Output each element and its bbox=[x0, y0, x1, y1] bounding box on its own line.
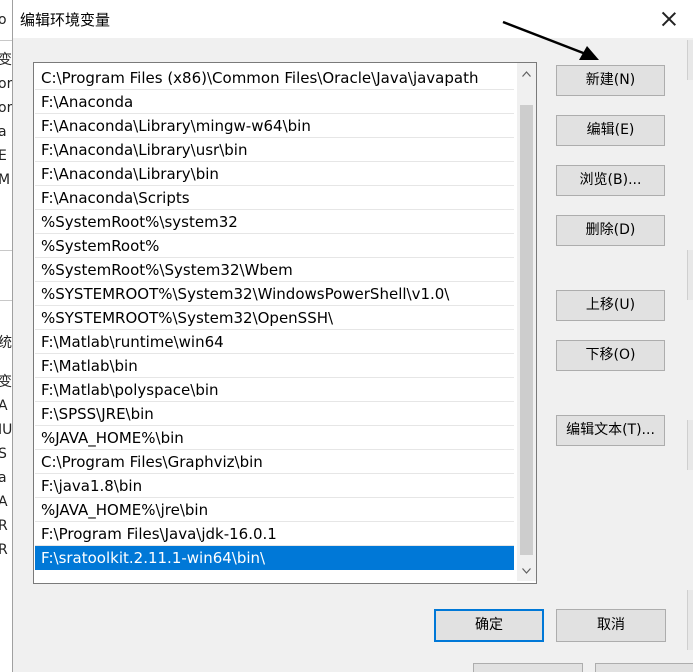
path-list-item[interactable]: %JAVA_HOME%\bin bbox=[35, 426, 514, 450]
bg-text-fragment: E bbox=[0, 146, 7, 166]
path-list-item-selected[interactable]: F:\sratoolkit.2.11.1-win64\bin\ bbox=[35, 546, 514, 570]
bg-text-fragment: or bbox=[0, 76, 13, 92]
path-list-item[interactable]: C:\Program Files (x86)\Common Files\Orac… bbox=[35, 66, 514, 90]
edit-text-button[interactable]: 编辑文本(T)... bbox=[556, 415, 665, 446]
annotation-arrow-icon bbox=[502, 20, 599, 60]
path-list-item[interactable]: F:\Matlab\polyspace\bin bbox=[35, 378, 514, 402]
path-list-item[interactable]: F:\java1.8\bin bbox=[35, 474, 514, 498]
bg-text-fragment: 统 bbox=[0, 333, 12, 353]
bg-text-fragment: M bbox=[0, 170, 10, 190]
bg-button-fragment bbox=[595, 663, 693, 672]
bg-text-fragment: a bbox=[0, 468, 7, 488]
path-list-item[interactable]: F:\Anaconda bbox=[35, 90, 514, 114]
cancel-button[interactable]: 取消 bbox=[556, 609, 666, 642]
new-button[interactable]: 新建(N) bbox=[556, 65, 665, 96]
path-list-item[interactable]: F:\Anaconda\Scripts bbox=[35, 186, 514, 210]
path-list-item[interactable]: %SystemRoot% bbox=[35, 234, 514, 258]
path-list-item[interactable]: %SYSTEMROOT%\System32\OpenSSH\ bbox=[35, 306, 514, 330]
bg-text-fragment: IU bbox=[0, 422, 13, 438]
path-list-item[interactable]: F:\Anaconda\Library\bin bbox=[35, 162, 514, 186]
delete-button[interactable]: 删除(D) bbox=[556, 215, 665, 246]
scroll-down-icon[interactable] bbox=[519, 562, 534, 579]
scroll-thumb[interactable] bbox=[520, 105, 533, 555]
path-list-item[interactable]: F:\Program Files\Java\jdk-16.0.1 bbox=[35, 522, 514, 546]
bg-text-fragment: S bbox=[0, 444, 7, 464]
bg-text-fragment: a bbox=[0, 122, 7, 142]
bg-window-edge-right bbox=[687, 420, 693, 470]
path-list-item[interactable]: F:\Anaconda\Library\usr\bin bbox=[35, 138, 514, 162]
close-icon[interactable] bbox=[656, 6, 682, 32]
bg-text-fragment: A bbox=[0, 396, 8, 416]
dialog-title: 编辑环境变量 bbox=[20, 11, 111, 29]
bg-text-fragment: 变 bbox=[0, 372, 12, 392]
ok-button[interactable]: 确定 bbox=[434, 609, 544, 642]
bg-text-fragment: o bbox=[0, 10, 7, 30]
bg-button-fragment bbox=[473, 663, 583, 672]
path-list-item[interactable]: %SYSTEMROOT%\System32\WindowsPowerShell\… bbox=[35, 282, 514, 306]
path-list-item[interactable]: %SystemRoot%\system32 bbox=[35, 210, 514, 234]
edit-button[interactable]: 编辑(E) bbox=[556, 115, 665, 146]
edit-env-var-dialog: 编辑环境变量 C:\Program Files (x86)\Common Fil… bbox=[12, 0, 693, 672]
move-up-button[interactable]: 上移(U) bbox=[556, 290, 665, 321]
path-list-item[interactable]: F:\Matlab\runtime\win64 bbox=[35, 330, 514, 354]
path-list-item[interactable]: F:\SPSS\JRE\bin bbox=[35, 402, 514, 426]
browse-button[interactable]: 浏览(B)... bbox=[556, 165, 665, 196]
path-list-item[interactable]: C:\Program Files\Graphviz\bin bbox=[35, 450, 514, 474]
bg-text-fragment: A bbox=[0, 492, 8, 512]
bg-divider bbox=[0, 40, 12, 41]
bg-window-edge-right bbox=[687, 590, 693, 650]
path-list-item[interactable]: %JAVA_HOME%\jre\bin bbox=[35, 498, 514, 522]
path-list-item[interactable]: F:\Anaconda\Library\mingw-w64\bin bbox=[35, 114, 514, 138]
bg-divider bbox=[0, 250, 12, 251]
path-listbox[interactable]: C:\Program Files (x86)\Common Files\Orac… bbox=[33, 62, 537, 584]
bg-text-fragment: R bbox=[0, 516, 8, 536]
path-list: C:\Program Files (x86)\Common Files\Orac… bbox=[35, 66, 514, 570]
move-down-button[interactable]: 下移(O) bbox=[556, 340, 665, 371]
bg-text-fragment: or bbox=[0, 100, 13, 116]
path-list-item[interactable]: %SystemRoot%\System32\Wbem bbox=[35, 258, 514, 282]
bg-window-edge-right bbox=[687, 250, 693, 300]
vertical-scrollbar[interactable] bbox=[517, 63, 536, 581]
bg-window-edge-right bbox=[687, 40, 693, 80]
bg-text-fragment: R bbox=[0, 540, 8, 560]
bg-text-fragment: 变 bbox=[0, 50, 12, 70]
path-list-item[interactable]: F:\Matlab\bin bbox=[35, 354, 514, 378]
scroll-up-icon[interactable] bbox=[519, 65, 534, 82]
bg-divider bbox=[0, 300, 12, 301]
